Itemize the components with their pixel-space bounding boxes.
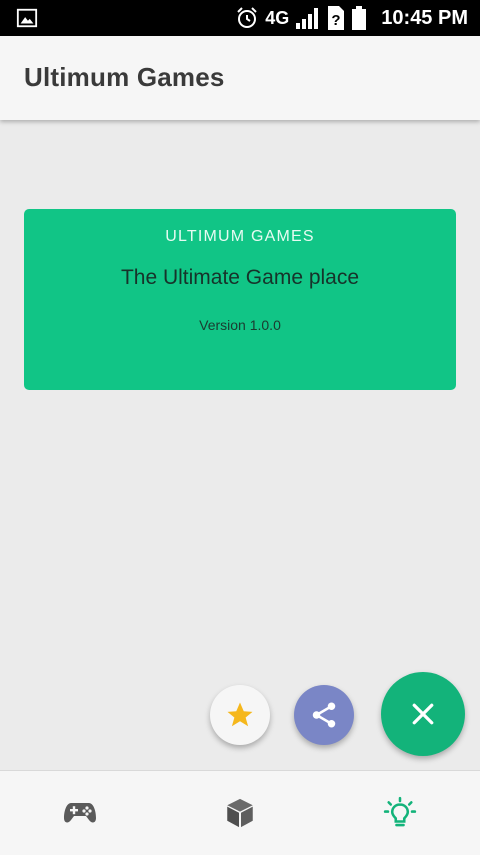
sim-question-icon: ? [328,6,345,30]
image-icon [16,8,38,28]
bottom-nav [0,770,480,855]
version-label: Version 1.0.0 [199,317,281,333]
card-title: ULTIMUM GAMES [165,228,315,245]
card-subtitle: The Ultimate Game place [120,266,360,289]
app-bar: Ultimum Games [0,36,480,120]
nav-games[interactable] [0,771,160,855]
signal-icon [296,8,319,29]
lightbulb-icon [383,796,417,827]
app-title: Ultimum Games [24,62,225,92]
clock: 10:45 PM [381,6,468,29]
star-icon [227,702,253,727]
close-fab-button[interactable] [381,672,465,756]
status-bar: 4G ? 10:45 PM [0,0,480,36]
battery-icon [352,6,367,30]
svg-text:?: ? [332,12,341,29]
close-icon [412,703,434,725]
network-type: 4G [265,7,290,28]
box-icon [227,798,253,828]
nav-packages[interactable] [160,771,320,855]
share-icon [312,702,336,728]
share-button[interactable] [294,685,354,745]
nav-ideas[interactable] [320,771,480,855]
rate-button[interactable] [210,685,270,745]
info-card: ULTIMUM GAMES The Ultimate Game place Ve… [24,209,456,390]
alarm-icon [237,7,257,28]
gamepad-icon [64,803,96,823]
